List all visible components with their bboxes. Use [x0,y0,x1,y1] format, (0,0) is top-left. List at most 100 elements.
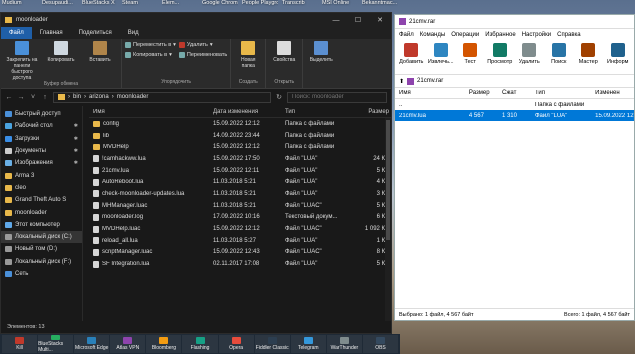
column-header-size[interactable]: Размер [469,90,502,96]
file-row[interactable]: !camhackww.lua 15.09.2022 17:50 Файл "LUA"… [89,153,391,165]
column-header-name[interactable]: Имя [89,109,213,115]
properties-button[interactable]: Свойства [269,41,299,63]
sidebar-item-desktop[interactable]: Рабочий стол ✱ [1,120,82,132]
toolbar-button[interactable]: Просмотр [487,43,514,72]
menu-item[interactable]: Справка [557,32,581,38]
select-button[interactable]: Выделить [306,41,336,63]
file-row[interactable]: SF Integration.lua 02.11.2017 17:08 Файл "… [89,258,391,270]
menu-item[interactable]: Файл [399,32,414,38]
toolbar-button[interactable]: Тест [457,43,484,72]
file-row[interactable]: MHManager.luac 11.03.2018 5:21 Файл "LUAC"… [89,200,391,212]
file-row[interactable]: reload_all.lua 11.03.2018 5:27 Файл "LUA" 1… [89,235,391,247]
file-row[interactable]: moonloader.log 17.09.2022 10:16 Текстовый … [89,212,391,224]
up-arrow-icon[interactable]: ⬆ [399,78,404,85]
column-header-type[interactable]: Тип [535,90,595,96]
desktop-icon[interactable]: MSI Online [322,0,358,12]
sidebar-item-pictures[interactable]: Изображения ✱ [1,157,82,169]
toolbar-button[interactable]: Добавить [398,43,425,72]
tab-home[interactable]: Главная [32,27,71,39]
taskbar-item[interactable]: Fiddler Classic [254,335,290,353]
desktop-icon[interactable]: Desupaudi... [42,0,78,12]
back-arrow-icon[interactable]: ← [5,94,13,101]
refresh-icon[interactable]: ↻ [275,93,283,101]
toolbar-button[interactable]: Поиск [546,43,573,72]
copy-to-button[interactable]: Копировать в ▾ [125,51,176,59]
tab-view[interactable]: Вид [120,27,147,39]
desktop-icon[interactable]: People Playground [242,0,278,12]
forward-arrow-icon[interactable]: → [17,94,25,101]
column-header-packed[interactable]: Сжат [502,90,535,96]
sidebar-item-drive-d[interactable]: Новый том (D:) [1,243,82,255]
sidebar-item-drive-c[interactable]: Локальный диск (C:) [1,230,82,244]
sidebar-item-downloads[interactable]: Загрузки ✱ [1,133,82,145]
up-arrow-icon[interactable]: ↑ [41,94,49,101]
menu-item[interactable]: Настройки [522,32,551,38]
column-header-modified[interactable]: Изменен [595,90,634,96]
path-field[interactable]: › bin › arizona › moonloader [53,91,271,103]
sidebar-item-this-pc[interactable]: Этот компьютер [1,219,82,231]
breadcrumb-item[interactable]: arizona [89,94,109,100]
tab-file[interactable]: Файл [1,27,32,39]
taskbar-item[interactable]: Bloomberg [146,335,182,353]
scroll-thumb[interactable] [386,120,390,240]
column-header-size[interactable]: Размер [353,109,389,115]
column-header-date[interactable]: Дата изменения [213,109,285,115]
move-to-button[interactable]: Переместить в ▾ [125,41,176,49]
file-row[interactable]: lib 14.09.2022 23:44 Папка с файлами [89,130,391,142]
menu-item[interactable]: Избранное [485,32,515,38]
desktop-icon[interactable]: Steam [122,0,158,12]
desktop-icon[interactable]: Mudium [2,0,38,12]
rename-button[interactable]: Переименовать [178,51,227,59]
taskbar-item[interactable]: Telegram [290,335,326,353]
toolbar-button[interactable]: Извлечь... [428,43,455,72]
vertical-scrollbar[interactable] [385,118,391,321]
file-row[interactable]: scriptManager.luac 15.09.2022 12:43 Файл "… [89,247,391,259]
column-header-type[interactable]: Тип [285,109,353,115]
delete-button[interactable]: Удалить ▾ [178,41,227,49]
tab-share[interactable]: Поделиться [71,27,120,39]
desktop-icon[interactable]: Transcrib [282,0,318,12]
file-row[interactable]: config 15.09.2022 12:12 Папка с файлами [89,118,391,130]
search-box[interactable] [287,91,387,103]
maximize-button[interactable]: ☐ [347,13,369,27]
file-row[interactable]: AutoReboot.lua 11.03.2018 5:21 Файл "LUA" 4… [89,176,391,188]
taskbar-item[interactable]: Opera [218,335,254,353]
toolbar-button[interactable]: Мастер [575,43,602,72]
menu-item[interactable]: Операции [451,32,479,38]
toolbar-button[interactable]: Удалить [516,43,543,72]
desktop-icon[interactable]: Bekanntmac... [362,0,398,12]
column-header-name[interactable]: Имя [399,90,469,96]
paste-button[interactable]: Вставить [82,41,118,63]
desktop-icon[interactable]: Google Chrome [202,0,238,12]
sidebar-item-cleo[interactable]: cleo [1,182,82,194]
sidebar-item-drive-f[interactable]: Локальный диск (F:) [1,256,82,268]
taskbar-item[interactable]: Flashing [182,335,218,353]
desktop-icon[interactable]: BlueStacks X [82,0,118,12]
taskbar-item[interactable]: Atlas VPN [110,335,146,353]
sidebar-item-gta[interactable]: Grand Theft Auto S [1,194,82,206]
close-button[interactable]: ✕ [369,13,391,27]
file-row[interactable]: 21cmv.lua 15.09.2022 12:11 Файл "LUA" 5 КБ [89,165,391,177]
winrar-titlebar[interactable]: 21cmv.rar [395,15,634,29]
pin-button[interactable]: Закрепить на панели быстрого доступа [4,41,40,81]
chevron-down-icon[interactable]: ˅ [29,94,37,101]
breadcrumb-item[interactable]: moonloader [117,94,149,100]
menu-item[interactable]: Команды [420,32,445,38]
sidebar-item-arma3[interactable]: Arma 3 [1,169,82,181]
toolbar-button[interactable]: Информ [605,43,632,72]
sidebar-item-moonloader[interactable]: moonloader [1,206,82,218]
file-row[interactable]: MVDHelp.luac 15.09.2022 12:12 Файл "LUAC" 1… [89,223,391,235]
minimize-button[interactable]: — [325,13,347,27]
taskbar-item[interactable]: OBS [362,335,399,353]
desktop-icon[interactable]: Elem... [162,0,198,12]
archive-row[interactable]: 21cmv.lua 4 567 1 310 Файл "LUA" 15.09.2… [395,110,634,121]
sidebar-item-network[interactable]: Сеть [1,268,82,280]
sidebar-item-quick-access[interactable]: Быстрый доступ [1,108,82,120]
taskbar-item[interactable]: Kill [2,335,38,353]
copy-button[interactable]: Копировать [43,41,79,63]
taskbar-item[interactable]: Microsoft Edge [74,335,110,353]
archive-row[interactable]: .. Папка с файлами [395,99,634,110]
archive-path[interactable]: 21cmv.rar [417,78,443,84]
explorer-titlebar[interactable]: moonloader — ☐ ✕ [1,13,391,27]
breadcrumb-item[interactable]: bin [73,94,81,100]
